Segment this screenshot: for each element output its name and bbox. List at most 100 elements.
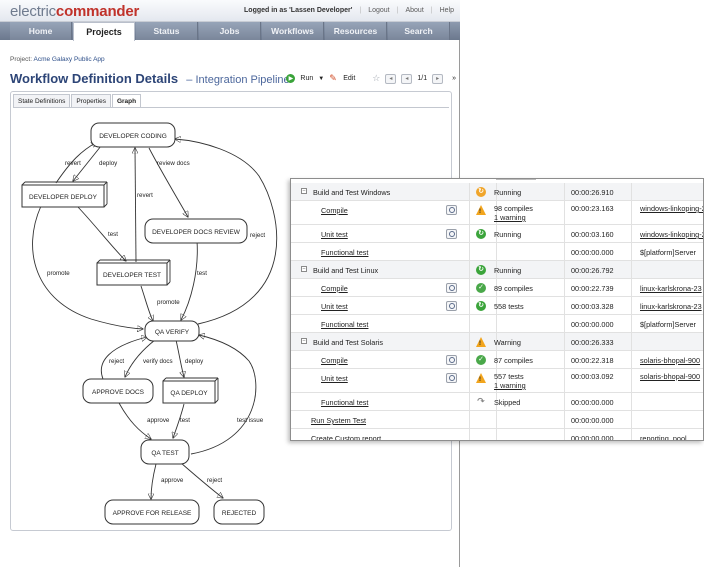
edge-label-approve: approve bbox=[161, 477, 184, 484]
group-name[interactable]: Build and Test Solaris bbox=[313, 338, 383, 347]
table-group-row: − Build and Test Windows ↻ Running 00:00:26.… bbox=[291, 183, 703, 201]
column-divider bbox=[496, 411, 497, 428]
nav-tab-search[interactable]: Search bbox=[388, 22, 450, 40]
edge-label-deploy: deploy bbox=[99, 160, 118, 167]
group-name[interactable]: Build and Test Windows bbox=[313, 188, 390, 197]
node-developer-deploy[interactable]: DEVELOPER DEPLOY bbox=[21, 181, 108, 208]
step-name-link[interactable]: Run System Test bbox=[311, 416, 366, 425]
nav-tab-projects[interactable]: Projects bbox=[73, 22, 135, 41]
resource-link[interactable]: reporting_pool bbox=[640, 434, 687, 440]
step-name-link[interactable]: Functional test bbox=[321, 320, 368, 329]
about-link[interactable]: About bbox=[405, 7, 423, 14]
table-group-row: − Build and Test Linux ↻ Running 00:00:26.79… bbox=[291, 261, 703, 279]
resource-link[interactable]: linux-karlskrona-23 bbox=[640, 302, 702, 311]
app-logo[interactable]: electriccommander bbox=[10, 3, 139, 20]
node-qa-verify[interactable]: QA VERIFY bbox=[144, 320, 200, 342]
prev-page-icon[interactable]: ◂ bbox=[401, 73, 413, 84]
edge-label-test: test bbox=[108, 231, 118, 238]
step-name-link[interactable]: Compile bbox=[321, 284, 348, 293]
step-name-link[interactable]: Compile bbox=[321, 356, 348, 365]
running-icon: ↻ bbox=[476, 187, 486, 197]
node-developer-coding[interactable]: DEVELOPER CODING bbox=[90, 122, 176, 148]
resource-link[interactable]: windows-linkoping-2 bbox=[640, 230, 703, 239]
group-name[interactable]: Build and Test Linux bbox=[313, 266, 378, 275]
column-divider bbox=[469, 351, 470, 368]
resource-link[interactable]: linux-karlskrona-23 bbox=[640, 284, 702, 293]
column-divider bbox=[631, 393, 632, 410]
search-icon[interactable] bbox=[446, 229, 457, 239]
node-label: DEVELOPER DEPLOY bbox=[29, 194, 98, 201]
edit-button[interactable]: Edit bbox=[343, 75, 355, 82]
edge-label-test: test bbox=[180, 417, 190, 424]
node-developer-docs-review[interactable]: DEVELOPER DOCS REVIEW bbox=[144, 218, 248, 244]
node-label: REJECTED bbox=[222, 510, 257, 517]
collapse-toggle-icon[interactable]: − bbox=[301, 188, 307, 194]
warning-count-link[interactable]: 1 warning bbox=[494, 213, 526, 222]
nav-tab-workflows[interactable]: Workflows bbox=[262, 22, 324, 40]
column-divider bbox=[496, 429, 497, 440]
step-name-link[interactable]: Compile bbox=[321, 206, 348, 215]
search-icon[interactable] bbox=[446, 283, 457, 293]
column-divider bbox=[469, 201, 470, 224]
run-dropdown-icon[interactable]: ▼ bbox=[318, 76, 324, 82]
step-name-link[interactable]: Unit test bbox=[321, 374, 348, 383]
run-button[interactable]: Run bbox=[300, 75, 313, 82]
step-name-link[interactable]: Unit test bbox=[321, 230, 348, 239]
node-developer-test[interactable]: DEVELOPER TEST bbox=[96, 259, 171, 286]
logged-in-user: Logged in as 'Lassen Developer' bbox=[244, 7, 353, 14]
node-qa-deploy[interactable]: QA DEPLOY bbox=[162, 377, 219, 404]
table-row: Unit test ↻ 558 tests 00:00:03.328 linux-kar… bbox=[291, 297, 703, 315]
nav-tab-jobs[interactable]: Jobs bbox=[199, 22, 261, 40]
table-group-row: − Build and Test Solaris! Warning 00:00:26.… bbox=[291, 333, 703, 351]
column-divider bbox=[564, 243, 565, 260]
step-name-link[interactable]: Create Custom report bbox=[311, 434, 381, 440]
next-page-icon[interactable]: ▸ bbox=[432, 73, 444, 84]
search-icon[interactable] bbox=[446, 355, 457, 365]
elapsed-time: 00:00:03.328 bbox=[571, 302, 614, 311]
run-icon[interactable]: ▶ bbox=[286, 74, 296, 83]
resource-link[interactable]: windows-linkoping-2 bbox=[640, 204, 703, 213]
success-icon: ✓ bbox=[476, 283, 486, 293]
column-divider bbox=[564, 183, 565, 200]
star-icon[interactable]: ☆ bbox=[372, 73, 380, 84]
search-icon[interactable] bbox=[446, 373, 457, 383]
resource-link[interactable]: solaris-bhopal-900 bbox=[640, 356, 700, 365]
collapse-toggle-icon[interactable]: − bbox=[301, 338, 307, 344]
collapse-toggle-icon[interactable]: − bbox=[301, 266, 307, 272]
edge-label-promote: promote bbox=[47, 270, 70, 277]
resource-link[interactable]: $[platform]Server bbox=[640, 248, 696, 257]
more-icon[interactable]: » bbox=[452, 75, 456, 82]
nav-tab-resources[interactable]: Resources bbox=[325, 22, 387, 40]
node-approve-docs[interactable]: APPROVE DOCS bbox=[82, 378, 154, 404]
elapsed-time: 00:00:03.160 bbox=[571, 230, 614, 239]
column-divider bbox=[564, 333, 565, 350]
status-text: 98 compiles bbox=[494, 204, 533, 213]
nav-tab-home[interactable]: Home bbox=[10, 22, 72, 40]
step-name-link[interactable]: Functional test bbox=[321, 248, 368, 257]
nav-tab-status[interactable]: Status bbox=[136, 22, 198, 40]
column-divider bbox=[631, 243, 632, 260]
search-icon[interactable] bbox=[446, 205, 457, 215]
warning-count-link[interactable]: 1 warning bbox=[494, 381, 526, 390]
node-qa-test[interactable]: QA TEST bbox=[140, 439, 190, 465]
column-divider bbox=[469, 279, 470, 296]
resource-link[interactable]: solaris-bhopal-900 bbox=[640, 372, 700, 381]
step-name-link[interactable]: Functional test bbox=[321, 398, 368, 407]
node-approve-for-release[interactable]: APPROVE FOR RELEASE bbox=[104, 499, 200, 525]
edge-label-promote: promote bbox=[157, 299, 180, 306]
resource-link[interactable]: $[platform]Server bbox=[640, 320, 696, 329]
elapsed-time: 00:00:00.000 bbox=[571, 248, 614, 257]
node-rejected[interactable]: REJECTED bbox=[213, 499, 265, 525]
help-link[interactable]: Help bbox=[440, 7, 454, 14]
search-icon[interactable] bbox=[446, 301, 457, 311]
column-divider bbox=[631, 225, 632, 242]
logout-link[interactable]: Logout bbox=[368, 7, 389, 14]
breadcrumb-project-link[interactable]: Acme Galaxy Public App bbox=[33, 56, 104, 63]
step-name-link[interactable]: Unit test bbox=[321, 302, 348, 311]
running-icon: ↻ bbox=[476, 301, 486, 311]
column-divider bbox=[564, 225, 565, 242]
back-icon[interactable]: ◂ bbox=[385, 73, 397, 84]
pager-text: 1/1 bbox=[417, 75, 428, 82]
table-row: Unit test ↻ Running 00:00:03.160 windows-lin… bbox=[291, 225, 703, 243]
edit-icon[interactable]: ✎ bbox=[329, 74, 338, 83]
